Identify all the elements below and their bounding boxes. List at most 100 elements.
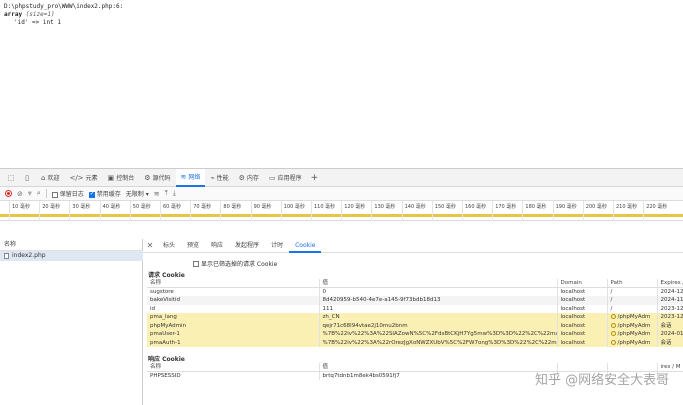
cookie-row[interactable]: pmaAuth-1 %7B%22iv%22%3A%22rOrezJgXoNWZXU… [147, 338, 683, 347]
cookie-path: / [607, 287, 658, 296]
device-toolbar-icon[interactable]: ▯ [22, 173, 32, 183]
timeline-tick: 200 毫秒 [582, 201, 607, 221]
file-icon [4, 253, 9, 259]
cookie-row[interactable]: bakeVisitid 8d420959-b540-4e7e-a145-9f73b… [147, 296, 683, 305]
timeline-tick: 30 毫秒 [69, 201, 91, 221]
column-header[interactable]: Domain [557, 279, 608, 288]
devtools-tab[interactable]: ▭ 应用程序 [264, 169, 307, 187]
table-header-row: 名称值DomainPathExpires / M [147, 279, 683, 288]
timeline-tick: 100 毫秒 [280, 201, 305, 221]
column-header[interactable]: 名称 [147, 279, 320, 288]
cookie-name: bakeVisitid [147, 296, 320, 305]
cookie-domain: localhost [557, 296, 608, 305]
devtools-tab[interactable]: ⌂ 欢迎 [36, 169, 64, 187]
tab-icon: ▭ [268, 173, 276, 182]
cookie-domain: localhost [557, 304, 608, 313]
tab-icon: ⌂ [41, 173, 46, 182]
php-array-entry: 'id' => int 1 [14, 19, 61, 26]
detail-tab[interactable]: 响应 [205, 239, 229, 253]
timeline-tick: 70 毫秒 [190, 201, 212, 221]
request-item-label: index2.php [12, 252, 46, 259]
request-list: 名称 index2.php [0, 239, 143, 405]
cookie-path: /phpMyAdm [607, 313, 658, 322]
request-cookies-table: 名称值DomainPathExpires / Msugstore0localho… [147, 279, 683, 347]
devtools-tab[interactable]: ⌁ 性能 [205, 169, 233, 187]
timeline-tick: 60 毫秒 [160, 201, 181, 221]
cookie-row[interactable]: id111localhost/2023-12-19 [147, 304, 683, 313]
cookie-domain: localhost [557, 338, 608, 347]
search-icon[interactable]: ⌕ [37, 189, 41, 198]
cookie-path: /phpMyAdm [607, 321, 658, 330]
column-header[interactable]: Expires / M [657, 279, 683, 288]
request-item[interactable]: index2.php [0, 251, 143, 261]
timeline-tick: 110 毫秒 [310, 201, 336, 221]
detail-tab[interactable]: 预览 [181, 239, 205, 253]
cookie-path-text: /phpMyAdm [617, 331, 651, 338]
timeline-tick: 20 毫秒 [39, 201, 61, 221]
php-output: D:\phpstudy_pro\WWW\index2.php:6: array … [4, 3, 123, 27]
cookie-name: PHPSESSID [147, 371, 320, 380]
inspect-icon[interactable]: ⬚ [6, 173, 16, 183]
timeline-tick: 50 毫秒 [129, 201, 151, 221]
show-filtered-cookies-checkbox[interactable]: 显示已筛选掉的请求 Cookie [193, 259, 277, 268]
wifi-icon[interactable]: ≋ [154, 190, 160, 198]
cookie-path-text: /phpMyAdm [617, 314, 651, 321]
devtools-tab[interactable]: ⚙ 内存 [234, 169, 264, 187]
disable-cache-label: 禁用缓存 [96, 191, 121, 198]
request-cookies-title: 请求 Cookie [148, 272, 185, 279]
cookie-row[interactable]: pma_langzh_CNlocalhost/phpMyAdm 2023-12-2… [147, 313, 683, 322]
filter-icon[interactable]: ⩔ [28, 189, 32, 198]
tab-icon: ⌁ [210, 173, 215, 182]
clear-icon[interactable]: ⊘ [17, 190, 23, 198]
timeline-tick: 40 毫秒 [99, 201, 121, 221]
checkbox-checked-icon [88, 190, 95, 198]
cookie-domain: localhost [557, 330, 608, 339]
import-icon[interactable]: ⤒ [165, 189, 168, 198]
detail-tab[interactable]: 标头 [157, 239, 181, 253]
timeline-tick: 210 毫秒 [612, 201, 638, 221]
network-timeline[interactable]: 10 毫秒 20 毫秒 30 毫秒 40 毫秒 50 毫秒 60 毫秒 70 毫秒 80 毫秒… [0, 201, 683, 221]
devtools-tab[interactable]: ⚙ 源代码 [139, 169, 175, 187]
record-icon[interactable] [5, 190, 12, 197]
cookie-name: pma_lang [147, 313, 320, 322]
tab-label: 欢迎 [47, 175, 60, 182]
column-header[interactable]: Path [607, 279, 658, 288]
column-header[interactable]: 值 [319, 363, 558, 372]
cookie-expires: 会话 [657, 338, 683, 347]
devtools-tab[interactable]: ≋ 网络 [175, 168, 206, 187]
detail-tab[interactable]: Cookie [289, 239, 322, 253]
export-icon[interactable]: ⤓ [173, 189, 176, 198]
timeline-tick: 120 毫秒 [341, 201, 366, 221]
close-icon[interactable]: ✕ [143, 241, 157, 250]
timeline-tick: 160 毫秒 [461, 201, 487, 221]
devtools-tab[interactable]: ▣ 控制台 [103, 169, 140, 187]
timeline-tick: 220 毫秒 [643, 201, 668, 221]
disable-cache-checkbox[interactable]: 禁用缓存 [88, 189, 121, 198]
chevron-down-icon: ▾ [145, 191, 149, 198]
column-header[interactable]: 值 [319, 279, 558, 288]
cookie-expires: 2024-01-18 [657, 330, 683, 339]
add-tab-icon[interactable]: + [311, 173, 319, 183]
checkbox-icon [193, 260, 199, 267]
cookie-row[interactable]: pmaUser-1 %7B%22iv%22%3A%22SIAZowN%5C%2Fd… [147, 330, 683, 339]
preserve-log-checkbox[interactable]: 保留日志 [51, 189, 84, 198]
request-list-header: 名称 [0, 239, 143, 251]
cookie-row[interactable]: phpMyAdmin qejr71c68l94vtae2j10mu2bnm loca… [147, 321, 683, 330]
timeline-tick: 130 毫秒 [371, 201, 396, 221]
devtools-tab[interactable]: </> 元素 [64, 169, 102, 187]
cookie-expires: 2024-11-23 [657, 296, 683, 305]
cookie-path: / [607, 304, 658, 313]
cookie-value: qejr71c68l94vtae2j10mu2bnm [319, 321, 558, 330]
detail-tab[interactable]: 发起程序 [229, 239, 265, 253]
timeline-tick: 190 毫秒 [552, 201, 577, 221]
cookie-name: sugstore [147, 287, 320, 296]
timeline-tick: 170 毫秒 [492, 201, 517, 221]
throttle-select[interactable]: 无限制 ▾ [126, 189, 149, 198]
watermark: 知乎 @网络安全大表哥 [535, 373, 670, 388]
column-header[interactable]: 名称 [147, 363, 320, 372]
cookie-row[interactable]: sugstore0localhost/2024-12-28 [147, 287, 683, 296]
tab-label: 内存 [246, 175, 259, 182]
tab-label: 网络 [188, 174, 201, 181]
detail-tab[interactable]: 计时 [265, 239, 289, 253]
cookie-name: phpMyAdmin [147, 321, 320, 330]
